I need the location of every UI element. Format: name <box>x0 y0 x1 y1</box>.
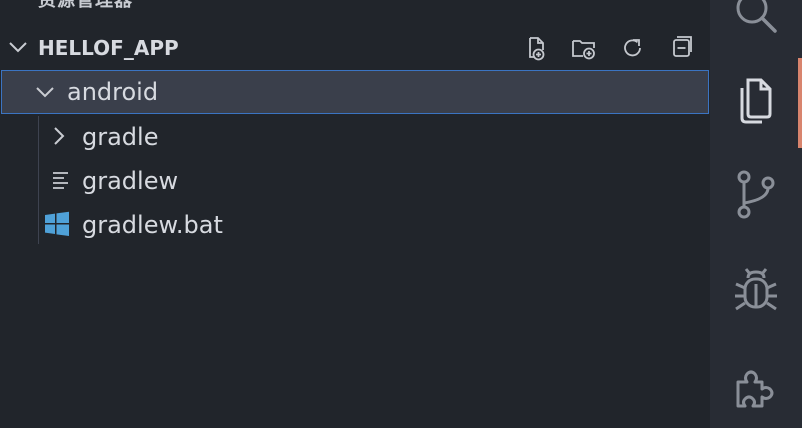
activity-run-debug[interactable] <box>710 252 802 332</box>
new-file-icon <box>529 37 545 61</box>
activity-bar <box>710 0 802 428</box>
activity-explorer[interactable] <box>710 60 802 140</box>
section-header[interactable]: HELLOF_APP <box>0 26 710 70</box>
new-folder-icon <box>572 40 595 60</box>
windows-file-icon <box>45 211 69 236</box>
new-file-button[interactable] <box>522 34 550 62</box>
chevron-down-icon <box>9 42 27 53</box>
activity-source-control[interactable] <box>710 155 802 235</box>
workspace-name: HELLOF_APP <box>38 36 179 60</box>
refresh-button[interactable] <box>619 34 647 62</box>
tree-item-gradlew[interactable]: gradlew <box>0 158 710 202</box>
tree-item-label: android <box>67 78 159 106</box>
search-icon <box>736 0 777 33</box>
chevron-right-icon <box>54 127 65 145</box>
files-icon <box>740 78 772 124</box>
tree-item-android[interactable]: android <box>1 70 709 114</box>
tree-item-label: gradle <box>82 123 159 151</box>
explorer-title: 资源管理器 <box>38 0 133 11</box>
refresh-icon <box>624 39 641 57</box>
explorer-panel: 资源管理器 HELLOF_APP android gradle gradlew … <box>0 0 710 428</box>
activity-search[interactable] <box>710 0 802 52</box>
bug-icon <box>735 268 777 311</box>
chevron-down-icon <box>36 87 54 98</box>
tree-item-gradle[interactable]: gradle <box>0 114 710 158</box>
activity-extensions[interactable] <box>710 348 802 428</box>
new-folder-button[interactable] <box>570 34 598 62</box>
tree-item-label: gradlew <box>82 167 179 195</box>
extensions-icon <box>736 370 774 408</box>
text-file-icon <box>53 172 68 189</box>
source-control-icon <box>737 170 775 219</box>
tree-item-label: gradlew.bat <box>82 211 223 239</box>
collapse-all-button[interactable] <box>668 34 696 62</box>
tree-item-gradlew-bat[interactable]: gradlew.bat <box>0 202 710 246</box>
collapse-all-icon <box>673 36 692 57</box>
